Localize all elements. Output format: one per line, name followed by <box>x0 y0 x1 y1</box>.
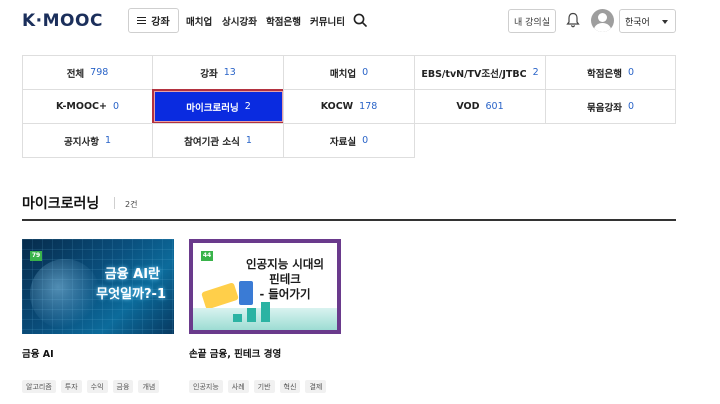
course-title[interactable]: 손끝 금융, 핀테크 경영 <box>189 346 281 360</box>
category-course[interactable]: 강좌 13 <box>152 55 284 90</box>
category-partner-news[interactable]: 참여기관 소식 1 <box>152 123 284 158</box>
category-label: 매치업 <box>329 68 357 80</box>
category-microlearning[interactable]: 마이크로러닝 2 <box>152 89 285 124</box>
course-thumbnail[interactable]: 44 인공지능 시대의 핀테크 - 들어가기 <box>189 239 341 334</box>
category-label: 공지사항 <box>63 136 99 148</box>
tag-chip[interactable]: 투자 <box>60 380 82 393</box>
category-count: 0 <box>627 101 634 112</box>
section-divider <box>114 197 115 209</box>
search-icon[interactable] <box>353 13 367 27</box>
tag-chip[interactable]: 금융 <box>112 380 134 393</box>
category-label: 전체 <box>66 68 85 80</box>
category-matchup[interactable]: 매치업 0 <box>283 55 415 90</box>
category-resources[interactable]: 자료실 0 <box>283 123 415 158</box>
hamburger-icon <box>137 17 147 24</box>
menu-always-course[interactable]: 상시강좌 <box>222 14 257 28</box>
category-all[interactable]: 전체 798 <box>22 55 153 90</box>
section-count: 2건 <box>125 200 138 209</box>
avatar[interactable] <box>591 9 614 32</box>
language-select[interactable]: 한국어 <box>619 9 676 33</box>
category-label: 자료실 <box>329 136 357 148</box>
episode-badge: 79 <box>30 251 42 261</box>
category-bundle[interactable]: 묶음강좌 0 <box>545 89 676 124</box>
section-rule <box>22 219 676 221</box>
category-label: K-MOOC+ <box>55 101 107 112</box>
tag-chip[interactable]: 수익 <box>86 380 108 393</box>
tag-chip[interactable]: 인공지능 <box>189 380 223 393</box>
category-label: 강좌 <box>200 68 218 80</box>
category-count: 0 <box>362 67 369 78</box>
my-courses-button[interactable]: 내 강의실 <box>508 9 556 33</box>
category-kocw[interactable]: KOCW 178 <box>283 89 415 124</box>
phone-illustration <box>239 281 253 305</box>
tag-chip[interactable]: 알고리즘 <box>22 380 56 393</box>
tag-list: 인공지능 사례 기반 혁신 결제 <box>189 380 327 393</box>
tag-chip[interactable]: 결제 <box>305 380 327 393</box>
category-count: 13 <box>223 67 236 78</box>
category-notice[interactable]: 공지사항 1 <box>22 123 153 158</box>
tag-list: 알고리즘 투자 수익 금융 개념 <box>22 380 160 393</box>
category-count: 0 <box>112 101 120 112</box>
tag-chip[interactable]: 개념 <box>138 380 160 393</box>
course-menu-label: 강좌 <box>151 17 170 28</box>
course-menu-button[interactable]: 강좌 <box>128 8 179 33</box>
bell-icon[interactable] <box>566 12 580 28</box>
category-label: 학점은행 <box>586 68 622 80</box>
category-count: 1 <box>245 135 252 146</box>
category-label: KOCW <box>320 101 354 112</box>
category-count: 1 <box>104 135 111 146</box>
category-count: 0 <box>362 135 369 146</box>
category-count: 0 <box>627 67 634 78</box>
category-count: 2 <box>532 67 539 78</box>
category-kmooc-plus[interactable]: K-MOOC+ 0 <box>22 89 153 124</box>
thumbnail-text: 금융 AI란 <box>104 267 160 282</box>
category-count: 2 <box>244 101 251 112</box>
category-broadcast[interactable]: EBS/tvN/TV조선/JTBC 2 <box>414 55 546 90</box>
category-count: 601 <box>485 101 504 112</box>
tag-chip[interactable]: 혁신 <box>279 380 301 393</box>
card-illustration <box>201 282 239 310</box>
section-title: 마이크로러닝 <box>22 196 100 212</box>
menu-matchup[interactable]: 매치업 <box>186 14 212 28</box>
thumbnail-text: 무엇일까?-1 <box>96 287 166 302</box>
tag-chip[interactable]: 사례 <box>227 380 249 393</box>
tag-chip[interactable]: 기반 <box>253 380 275 393</box>
course-title[interactable]: 금융 AI <box>22 346 54 360</box>
category-label: EBS/tvN/TV조선/JTBC <box>421 68 527 80</box>
category-grid: 전체 798 강좌 13 매치업 0 EBS/tvN/TV조선/JTBC 2 학점은행 0… <box>22 55 676 158</box>
menu-credit-bank[interactable]: 학점은행 <box>266 14 301 28</box>
episode-badge: 44 <box>201 251 213 261</box>
language-value: 한국어 <box>625 17 650 28</box>
category-label: 참여기관 소식 <box>184 136 240 148</box>
menu-community[interactable]: 커뮤니티 <box>310 14 345 28</box>
chevron-down-icon <box>662 20 668 24</box>
category-credit-bank[interactable]: 학점은행 0 <box>545 55 676 90</box>
category-vod[interactable]: VOD 601 <box>414 89 546 124</box>
category-label: VOD <box>456 101 480 112</box>
category-count: 798 <box>90 67 109 78</box>
kmooc-logo[interactable]: K·MOOC <box>22 10 103 32</box>
category-label: 묶음강좌 <box>586 102 622 114</box>
top-header: K·MOOC 강좌 매치업 상시강좌 학점은행 커뮤니티 내 강의실 한국어 <box>0 0 720 44</box>
category-count: 178 <box>359 101 378 112</box>
course-thumbnail[interactable]: 79 금융 AI란 무엇일까?-1 <box>22 239 174 334</box>
category-label: 마이크로러닝 <box>186 102 239 114</box>
